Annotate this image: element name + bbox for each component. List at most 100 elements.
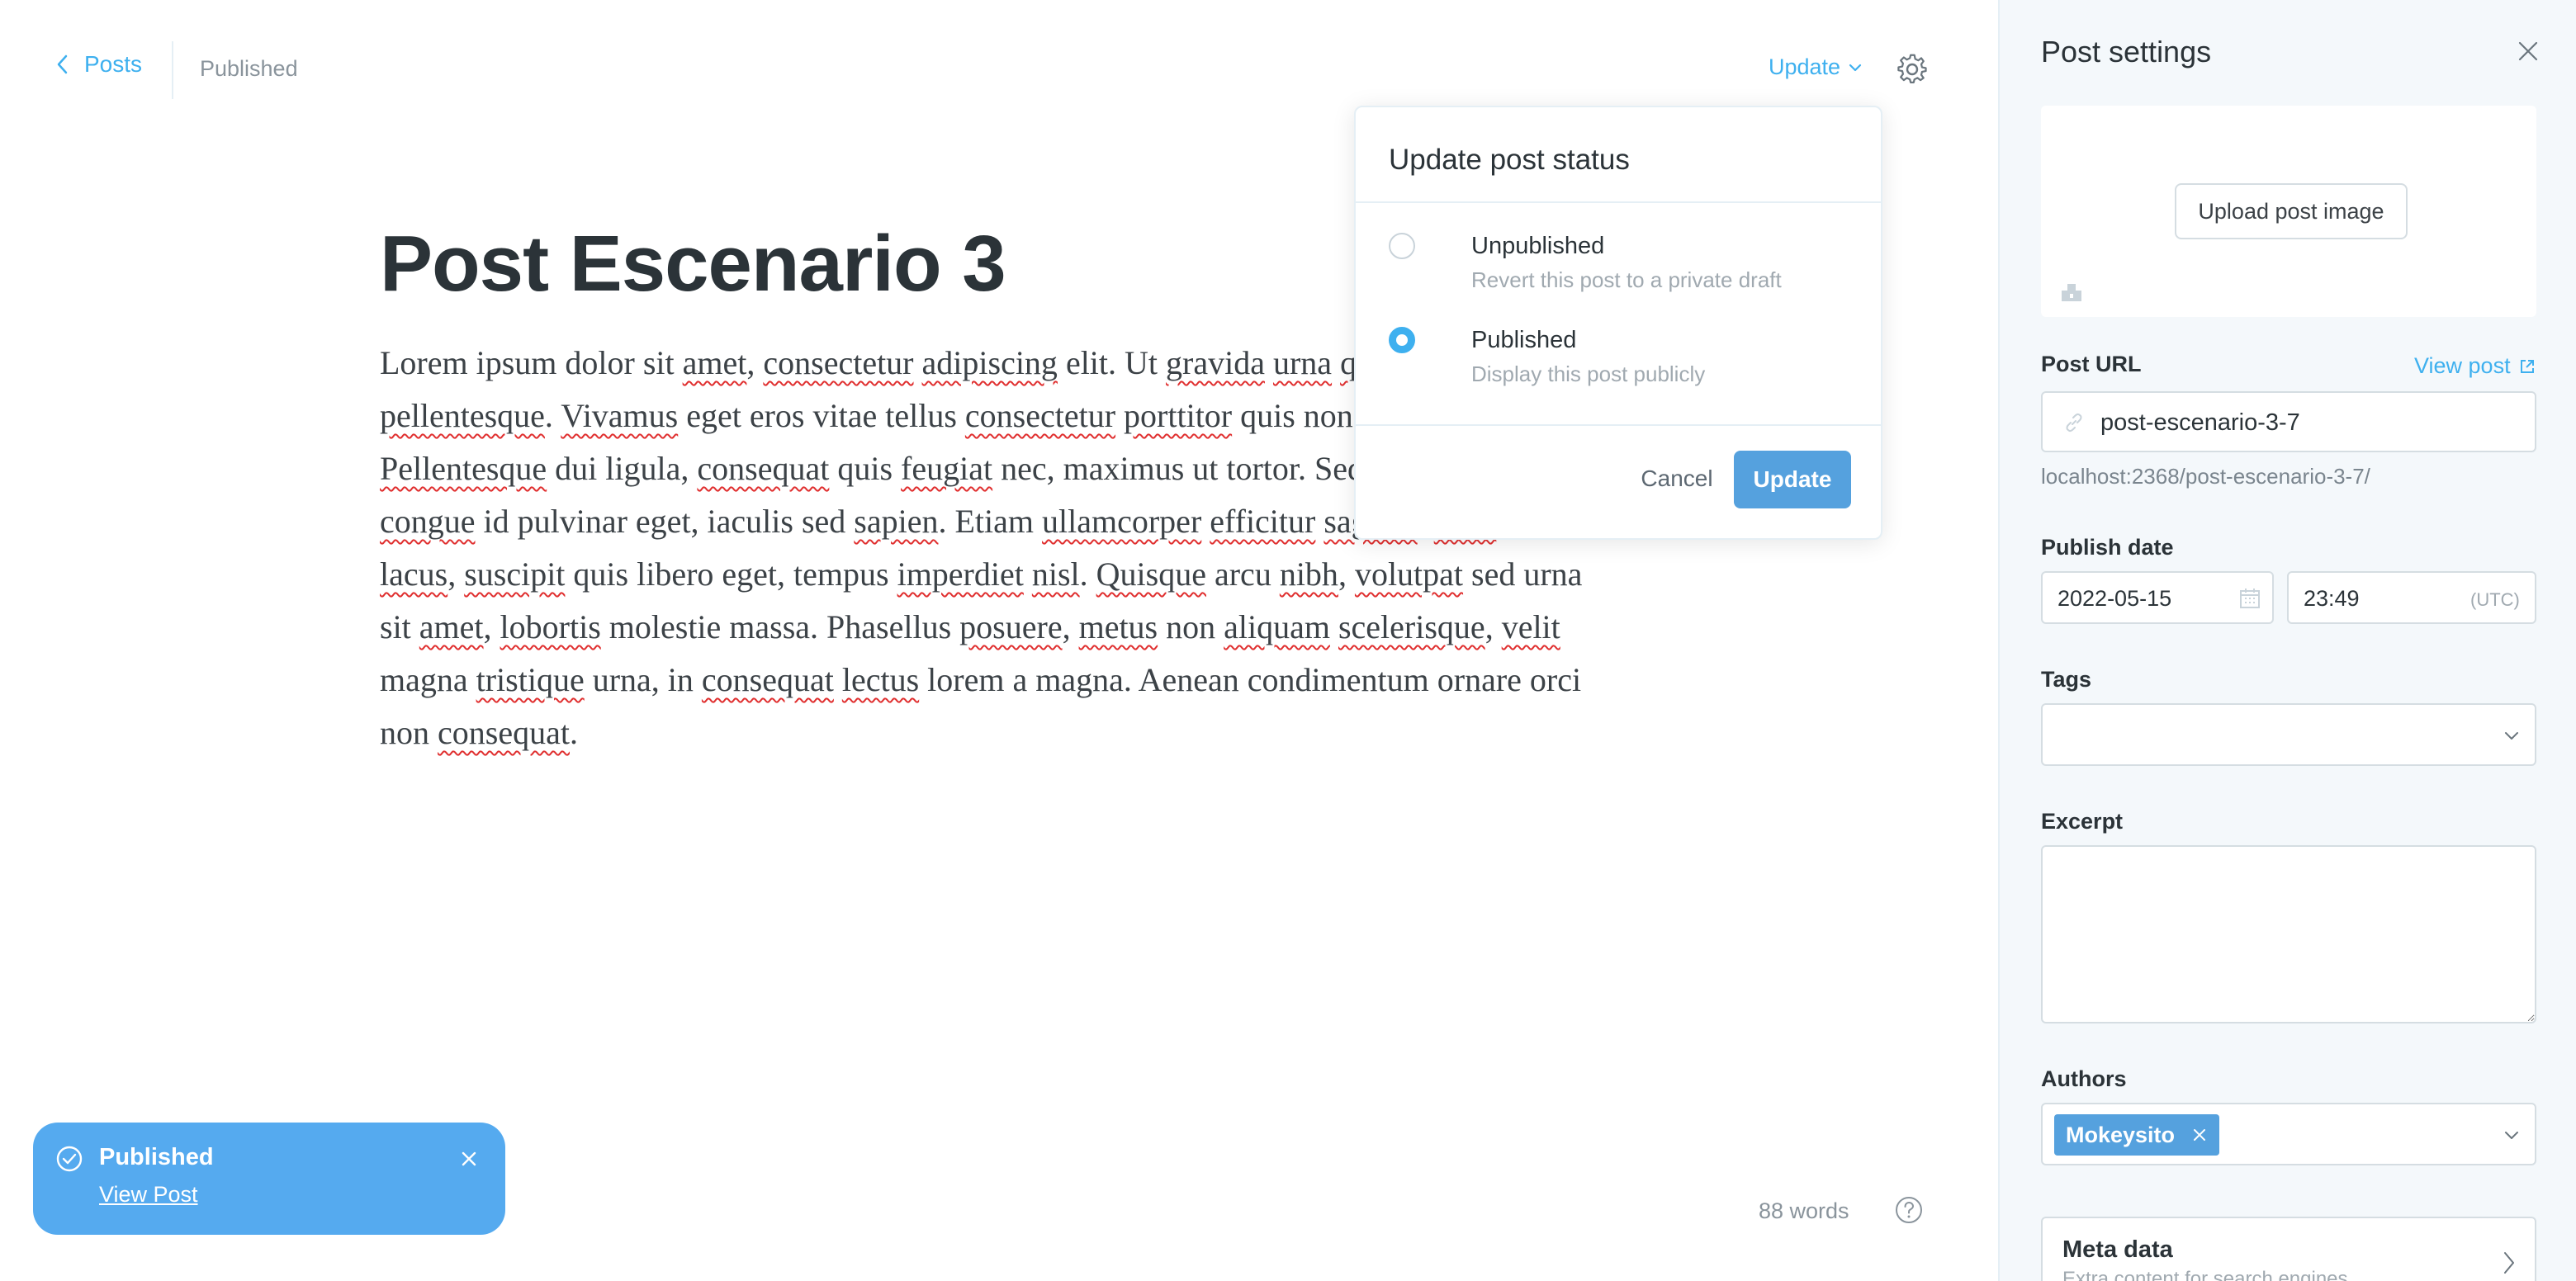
spellcheck-word: volutpat <box>1354 555 1464 593</box>
meta-data-title: Meta data <box>2062 1236 2173 1263</box>
popover-title: Update post status <box>1389 144 1630 176</box>
publish-date-input[interactable]: 2022-05-15 <box>2041 571 2274 624</box>
post-url-label: Post URL <box>2041 352 2142 376</box>
excerpt-textarea[interactable] <box>2041 845 2536 1023</box>
unpublished-option[interactable]: Unpublished Revert this post to a privat… <box>1389 233 1851 307</box>
update-dropdown-trigger[interactable]: Update <box>1769 54 1863 80</box>
tags-select[interactable] <box>2041 703 2536 766</box>
upload-post-image-button[interactable]: Upload post image <box>2175 183 2408 239</box>
unpublished-label: Unpublished <box>1471 233 1605 259</box>
word-count: 88 words <box>1759 1198 1849 1223</box>
chevron-down-icon <box>2505 1132 2518 1139</box>
spellcheck-word: congue <box>380 503 476 540</box>
spellcheck-word: amet <box>419 608 484 645</box>
unpublished-radio[interactable] <box>1389 233 1415 259</box>
back-link-label: Posts <box>84 51 143 77</box>
panel-title: Post settings <box>2041 35 2212 69</box>
header-divider <box>172 41 173 99</box>
calendar-icon[interactable] <box>2237 586 2262 611</box>
image-icon <box>2062 284 2081 301</box>
spellcheck-word: pellentesque <box>380 397 545 434</box>
authors-label: Authors <box>2041 1066 2127 1091</box>
post-status-text: Published <box>200 56 298 81</box>
spellcheck-word: gravida <box>1166 344 1265 381</box>
close-icon[interactable] <box>459 1149 479 1169</box>
spellcheck-word: lectus <box>841 661 920 698</box>
authors-select[interactable]: Mokeysito <box>2041 1103 2536 1165</box>
view-post-label: View post <box>2414 353 2511 378</box>
spellcheck-word: scelerisque <box>1338 608 1485 645</box>
close-icon[interactable] <box>2517 40 2540 63</box>
spellcheck-word: consectetur <box>964 397 1116 434</box>
meta-data-card[interactable]: Meta data Extra content for search engin… <box>2041 1217 2536 1281</box>
chevron-down-icon <box>1849 64 1862 71</box>
publish-time-input[interactable]: 23:49 (UTC) <box>2287 571 2536 624</box>
back-to-posts-link[interactable]: Posts <box>54 51 142 78</box>
check-circle-icon <box>56 1146 83 1172</box>
link-icon <box>2066 413 2082 433</box>
spellcheck-word: Quisque <box>1096 555 1206 593</box>
cancel-button[interactable]: Cancel <box>1631 454 1722 503</box>
spellcheck-word: aliquam <box>1224 608 1330 645</box>
published-option[interactable]: Published Display this post publicly <box>1389 327 1851 401</box>
chevron-down-icon <box>2505 732 2518 740</box>
view-post-link[interactable]: View post <box>2414 353 2536 379</box>
post-image-uploader: Upload post image <box>2041 106 2536 317</box>
notification-title: Published <box>99 1144 214 1170</box>
question-circle-icon[interactable] <box>1894 1195 1924 1225</box>
chevron-left-icon <box>57 54 68 74</box>
close-icon[interactable] <box>2191 1127 2208 1143</box>
post-url-preview: localhost:2368/post-escenario-3-7/ <box>2041 464 2370 489</box>
spellcheck-word: porttitor <box>1124 397 1233 434</box>
published-radio[interactable] <box>1389 327 1415 353</box>
published-notification: Published View Post <box>33 1123 505 1235</box>
unpublished-description: Revert this post to a private draft <box>1471 267 1782 292</box>
spellcheck-word: Pellentesque <box>380 450 547 487</box>
external-link-icon <box>2520 359 2534 373</box>
spellcheck-word: consequat <box>438 714 570 751</box>
chevron-right-icon <box>2504 1252 2514 1274</box>
publish-time-value: 23:49 <box>2304 586 2360 611</box>
spellcheck-word: posuere <box>959 608 1063 645</box>
post-settings-panel: Post settings Upload post image Post URL… <box>1998 0 2576 1281</box>
popover-divider <box>1356 201 1881 203</box>
spellcheck-word: lobortis <box>500 608 601 645</box>
update-trigger-label: Update <box>1769 54 1841 79</box>
meta-data-description: Extra content for search engines <box>2062 1268 2348 1281</box>
spellcheck-word: velit <box>1501 608 1560 645</box>
popover-divider <box>1356 424 1881 426</box>
timezone-label: (UTC) <box>2470 589 2520 610</box>
spellcheck-word: suscipit <box>464 555 566 593</box>
spellcheck-word: amet <box>682 344 747 381</box>
spellcheck-word: consectetur <box>763 344 914 381</box>
spellcheck-word: lacus <box>380 555 448 593</box>
spellcheck-word: adipiscing <box>921 344 1058 381</box>
spellcheck-word: consequat <box>701 661 834 698</box>
publish-date-value: 2022-05-15 <box>2057 586 2172 611</box>
spellcheck-word: Vivamus <box>561 397 679 434</box>
spellcheck-word: metus <box>1078 608 1158 645</box>
update-status-popover: Update post status Unpublished Revert th… <box>1354 106 1882 540</box>
view-post-link[interactable]: View Post <box>99 1182 198 1208</box>
post-title[interactable]: Post Escenario 3 <box>380 215 1006 314</box>
update-button[interactable]: Update <box>1734 451 1851 508</box>
author-tag: Mokeysito <box>2054 1114 2220 1156</box>
spellcheck-word: feugiat <box>901 450 993 487</box>
spellcheck-word: tristique <box>476 661 585 698</box>
published-label: Published <box>1471 327 1577 353</box>
spellcheck-word: nisl <box>1031 555 1080 593</box>
spellcheck-word: imperdiet <box>897 555 1024 593</box>
spellcheck-word: ullamcorper <box>1042 503 1202 540</box>
author-name: Mokeysito <box>2066 1122 2176 1147</box>
spellcheck-word: efficitur <box>1210 503 1316 540</box>
spellcheck-word: urna <box>1272 344 1333 381</box>
excerpt-label: Excerpt <box>2041 809 2124 834</box>
post-url-value: post-escenario-3-7 <box>2100 409 2300 436</box>
published-description: Display this post publicly <box>1471 362 1706 386</box>
post-url-input[interactable]: post-escenario-3-7 <box>2041 391 2536 452</box>
spellcheck-word: nibh <box>1279 555 1338 593</box>
gear-icon[interactable] <box>1896 53 1929 86</box>
publish-date-label: Publish date <box>2041 535 2174 560</box>
spellcheck-word: sapien <box>854 503 939 540</box>
spellcheck-word: consequat <box>697 450 830 487</box>
